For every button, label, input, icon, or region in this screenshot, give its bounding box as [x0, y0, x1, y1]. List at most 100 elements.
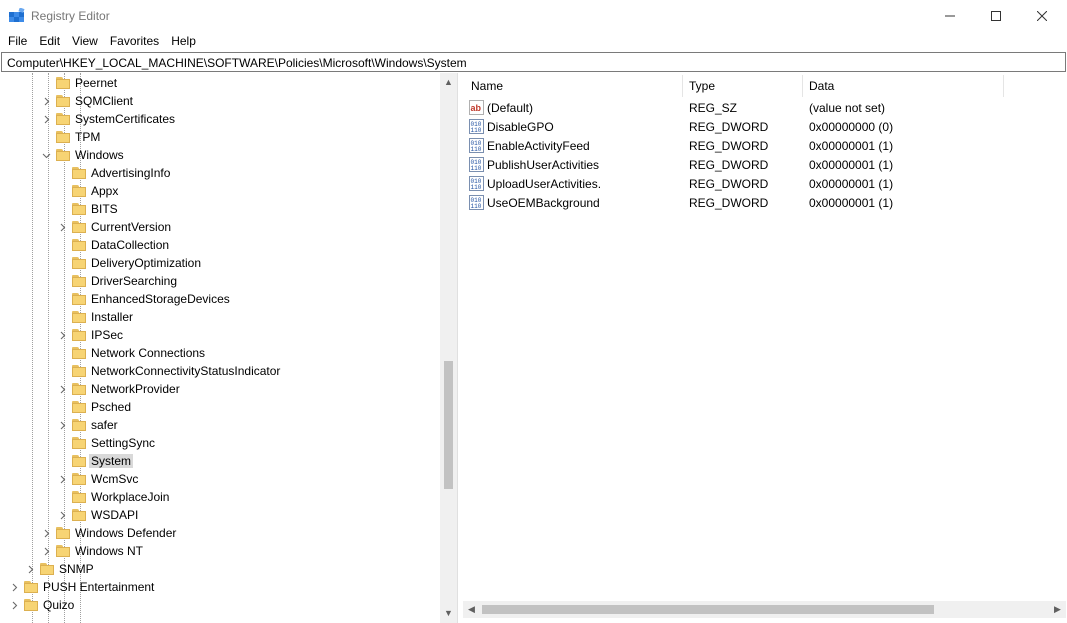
- tree-item-label[interactable]: Network Connections: [89, 346, 207, 360]
- value-row[interactable]: 010 110 EnableActivityFeed REG_DWORD 0x00000…: [463, 136, 1066, 155]
- tree-item[interactable]: SettingSync: [0, 434, 440, 452]
- tree-item[interactable]: SQMClient: [0, 92, 440, 110]
- column-header-data[interactable]: Data: [809, 79, 834, 93]
- tree-item-label[interactable]: safer: [89, 418, 120, 432]
- tree-item-label[interactable]: NetworkConnectivityStatusIndicator: [89, 364, 282, 378]
- tree-item[interactable]: WorkplaceJoin: [0, 488, 440, 506]
- column-header-type[interactable]: Type: [689, 79, 715, 93]
- chevron-right-icon[interactable]: [56, 218, 68, 236]
- tree-item-label[interactable]: EnhancedStorageDevices: [89, 292, 232, 306]
- chevron-right-icon[interactable]: [40, 92, 52, 110]
- scroll-down-icon[interactable]: ▼: [440, 604, 457, 621]
- chevron-right-icon[interactable]: [56, 416, 68, 434]
- menu-edit[interactable]: Edit: [33, 31, 66, 51]
- tree-item[interactable]: WSDAPI: [0, 506, 440, 524]
- chevron-right-icon[interactable]: [24, 560, 36, 578]
- tree-item[interactable]: Windows Defender: [0, 524, 440, 542]
- tree-item-label[interactable]: Installer: [89, 310, 135, 324]
- chevron-right-icon[interactable]: [56, 326, 68, 344]
- tree-item-label[interactable]: DeliveryOptimization: [89, 256, 203, 270]
- tree-item[interactable]: Appx: [0, 182, 440, 200]
- maximize-button[interactable]: [973, 0, 1019, 31]
- tree-item-label[interactable]: WcmSvc: [89, 472, 140, 486]
- chevron-right-icon[interactable]: [56, 380, 68, 398]
- chevron-right-icon[interactable]: [8, 578, 20, 596]
- tree-item[interactable]: SystemCertificates: [0, 110, 440, 128]
- tree-item-label[interactable]: SQMClient: [73, 94, 135, 108]
- tree-item-label[interactable]: TPM: [73, 130, 102, 144]
- chevron-right-icon[interactable]: [40, 542, 52, 560]
- address-bar[interactable]: Computer\HKEY_LOCAL_MACHINE\SOFTWARE\Pol…: [1, 52, 1066, 72]
- value-row[interactable]: ab (Default) REG_SZ (value not set): [463, 98, 1066, 117]
- tree-item[interactable]: DeliveryOptimization: [0, 254, 440, 272]
- tree-item[interactable]: safer: [0, 416, 440, 434]
- tree-item[interactable]: Peernet: [0, 74, 440, 92]
- address-path[interactable]: Computer\HKEY_LOCAL_MACHINE\SOFTWARE\Pol…: [7, 56, 467, 70]
- tree-item[interactable]: Windows NT: [0, 542, 440, 560]
- tree-item-label[interactable]: SNMP: [57, 562, 96, 576]
- column-divider[interactable]: [682, 75, 683, 97]
- tree-item[interactable]: WcmSvc: [0, 470, 440, 488]
- chevron-down-icon[interactable]: [40, 146, 52, 164]
- tree-item-label[interactable]: Quizo: [41, 598, 76, 612]
- tree-item-label[interactable]: PUSH Entertainment: [41, 580, 156, 594]
- tree-item-label[interactable]: IPSec: [89, 328, 125, 342]
- tree-item-label[interactable]: DriverSearching: [89, 274, 179, 288]
- menu-favorites[interactable]: Favorites: [104, 31, 165, 51]
- tree-item[interactable]: System: [0, 452, 440, 470]
- column-header-name[interactable]: Name: [471, 79, 503, 93]
- value-row[interactable]: 010 110 UploadUserActivities. REG_DWORD 0x00…: [463, 174, 1066, 193]
- tree-item[interactable]: Windows: [0, 146, 440, 164]
- tree-item-label[interactable]: Appx: [89, 184, 120, 198]
- values-scroll-thumb[interactable]: [482, 605, 934, 614]
- value-row[interactable]: 010 110 PublishUserActivities REG_DWORD 0x00…: [463, 155, 1066, 174]
- menu-view[interactable]: View: [66, 31, 104, 51]
- scroll-left-icon[interactable]: ◀: [463, 601, 480, 618]
- chevron-right-icon[interactable]: [56, 506, 68, 524]
- column-divider[interactable]: [1003, 75, 1004, 97]
- tree-item[interactable]: Quizo: [0, 596, 440, 614]
- tree-item[interactable]: PUSH Entertainment: [0, 578, 440, 596]
- menu-file[interactable]: File: [2, 31, 33, 51]
- tree-item-label[interactable]: Psched: [89, 400, 133, 414]
- tree-item[interactable]: SNMP: [0, 560, 440, 578]
- minimize-button[interactable]: [927, 0, 973, 31]
- values-horizontal-scrollbar[interactable]: ◀ ▶: [463, 601, 1066, 618]
- tree-item[interactable]: CurrentVersion: [0, 218, 440, 236]
- tree-item[interactable]: NetworkProvider: [0, 380, 440, 398]
- value-row[interactable]: 010 110 UseOEMBackground REG_DWORD 0x0000000…: [463, 193, 1066, 212]
- scroll-up-icon[interactable]: ▲: [440, 73, 457, 90]
- tree-item-label[interactable]: WSDAPI: [89, 508, 140, 522]
- column-divider[interactable]: [802, 75, 803, 97]
- tree-item-label[interactable]: WorkplaceJoin: [89, 490, 171, 504]
- tree-scroll-thumb[interactable]: [444, 361, 453, 489]
- tree-item[interactable]: Network Connections: [0, 344, 440, 362]
- tree-item-label[interactable]: SystemCertificates: [73, 112, 177, 126]
- tree-item[interactable]: Psched: [0, 398, 440, 416]
- tree-item[interactable]: AdvertisingInfo: [0, 164, 440, 182]
- tree-item-label[interactable]: System: [89, 454, 134, 468]
- tree-item[interactable]: EnhancedStorageDevices: [0, 290, 440, 308]
- tree-item-label[interactable]: NetworkProvider: [89, 382, 182, 396]
- tree-item[interactable]: DriverSearching: [0, 272, 440, 290]
- tree-item[interactable]: NetworkConnectivityStatusIndicator: [0, 362, 440, 380]
- tree-item-label[interactable]: BITS: [89, 202, 120, 216]
- tree-item-label[interactable]: Windows: [73, 148, 126, 162]
- tree-item-label[interactable]: SettingSync: [89, 436, 157, 450]
- tree-item[interactable]: TPM: [0, 128, 440, 146]
- tree-vertical-scrollbar[interactable]: ▲ ▼: [440, 73, 457, 623]
- close-button[interactable]: [1019, 0, 1065, 31]
- tree-item[interactable]: IPSec: [0, 326, 440, 344]
- scroll-right-icon[interactable]: ▶: [1049, 601, 1066, 618]
- chevron-right-icon[interactable]: [40, 110, 52, 128]
- tree-item-label[interactable]: DataCollection: [89, 238, 171, 252]
- value-row[interactable]: 010 110 DisableGPO REG_DWORD 0x00000000 (0): [463, 117, 1066, 136]
- chevron-right-icon[interactable]: [40, 524, 52, 542]
- chevron-right-icon[interactable]: [56, 470, 68, 488]
- tree-item-label[interactable]: CurrentVersion: [89, 220, 173, 234]
- tree-item[interactable]: Installer: [0, 308, 440, 326]
- tree-item-label[interactable]: Windows NT: [73, 544, 145, 558]
- tree-item-label[interactable]: Peernet: [73, 76, 119, 90]
- tree-item-label[interactable]: AdvertisingInfo: [89, 166, 172, 180]
- tree-item-label[interactable]: Windows Defender: [73, 526, 178, 540]
